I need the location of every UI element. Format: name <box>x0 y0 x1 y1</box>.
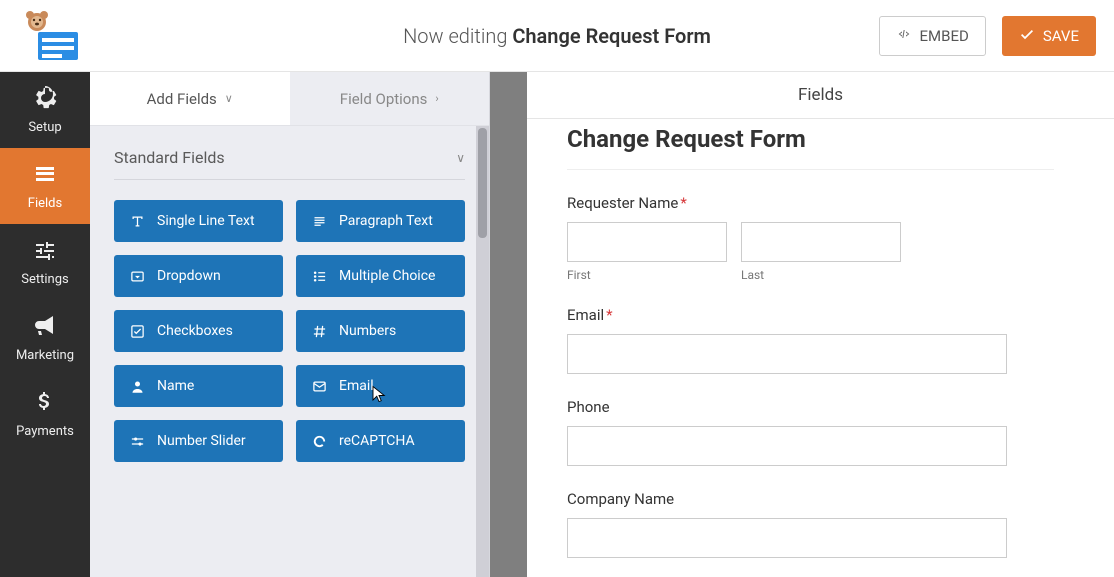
dollar-icon <box>33 390 57 418</box>
field-multiple-choice[interactable]: Multiple Choice <box>296 255 465 297</box>
field-label: Name <box>157 378 194 394</box>
panel-scrollbar[interactable] <box>476 126 489 577</box>
panel-divider[interactable] <box>490 72 527 577</box>
gear-icon <box>33 86 57 114</box>
check-icon <box>1019 26 1035 46</box>
label-requester-name: Requester Name* <box>567 194 1054 212</box>
field-label: Email <box>339 378 374 394</box>
field-paragraph-text[interactable]: Paragraph Text <box>296 200 465 242</box>
tab-label: Field Options <box>340 90 428 108</box>
required-asterisk: * <box>680 194 686 212</box>
form-preview: Fields Change Request Form Requester Nam… <box>527 72 1114 577</box>
field-checkboxes[interactable]: Checkboxes <box>114 310 283 352</box>
paragraph-icon <box>312 214 327 229</box>
save-button[interactable]: SAVE <box>1002 16 1096 56</box>
field-requester-name: Requester Name* First Last <box>567 194 1054 282</box>
field-name[interactable]: Name <box>114 365 283 407</box>
sublabel-last: Last <box>741 268 901 282</box>
left-nav: Setup Fields Settings Marketing Payments <box>0 72 90 577</box>
input-first-name[interactable] <box>567 222 727 262</box>
preview-toolbar-title: Fields <box>798 85 843 105</box>
embed-button[interactable]: EMBED <box>879 16 986 56</box>
form-title: Change Request Form <box>567 125 1054 170</box>
field-number-slider[interactable]: Number Slider <box>114 420 283 462</box>
required-asterisk: * <box>606 306 612 324</box>
field-email: Email* <box>567 306 1054 374</box>
panel-tabbar: Add Fields ∨ Field Options › <box>90 72 489 126</box>
tab-add-fields[interactable]: Add Fields ∨ <box>90 72 290 125</box>
header-actions: EMBED SAVE <box>879 16 1096 56</box>
label-text: Requester Name <box>567 194 678 212</box>
field-label: reCAPTCHA <box>339 433 415 449</box>
list-icon <box>33 162 57 190</box>
nav-label: Fields <box>28 196 62 211</box>
sliders-icon <box>33 238 57 266</box>
now-editing-label: Now editing <box>403 24 507 48</box>
label-phone: Phone <box>567 398 1054 416</box>
field-label: Numbers <box>339 323 396 339</box>
editing-title: Now editing Change Request Form <box>403 24 711 48</box>
nav-setup[interactable]: Setup <box>0 72 90 148</box>
tab-label: Add Fields <box>147 90 217 108</box>
label-email: Email* <box>567 306 1054 324</box>
nav-marketing[interactable]: Marketing <box>0 300 90 376</box>
app-logo <box>18 10 80 62</box>
preview-toolbar: Fields <box>527 72 1114 119</box>
input-email[interactable] <box>567 334 1007 374</box>
chevron-down-icon: ∨ <box>225 92 233 105</box>
label-company: Company Name <box>567 490 1054 508</box>
recaptcha-icon <box>312 434 327 449</box>
field-label: Dropdown <box>157 268 221 284</box>
field-company: Company Name <box>567 490 1054 558</box>
embed-icon <box>896 26 912 46</box>
top-header: Now editing Change Request Form EMBED SA… <box>0 0 1114 72</box>
nav-fields[interactable]: Fields <box>0 148 90 224</box>
panel-body: Standard Fields ∨ Single Line Text Parag… <box>90 126 489 474</box>
sublabel-first: First <box>567 268 727 282</box>
nav-payments[interactable]: Payments <box>0 376 90 452</box>
fields-panel: Add Fields ∨ Field Options › Standard Fi… <box>90 72 490 577</box>
list-icon <box>312 269 327 284</box>
label-text: Email <box>567 306 604 324</box>
checkbox-icon <box>130 324 145 339</box>
nav-settings[interactable]: Settings <box>0 224 90 300</box>
field-label: Paragraph Text <box>339 213 433 229</box>
nav-label: Marketing <box>16 348 74 363</box>
input-last-name[interactable] <box>741 222 901 262</box>
field-label: Single Line Text <box>157 213 255 229</box>
input-phone[interactable] <box>567 426 1007 466</box>
field-label: Multiple Choice <box>339 268 435 284</box>
user-icon <box>130 379 145 394</box>
field-recaptcha[interactable]: reCAPTCHA <box>296 420 465 462</box>
field-single-line-text[interactable]: Single Line Text <box>114 200 283 242</box>
scrollbar-thumb[interactable] <box>478 128 487 238</box>
field-numbers[interactable]: Numbers <box>296 310 465 352</box>
field-label: Checkboxes <box>157 323 233 339</box>
preview-body: Change Request Form Requester Name* Firs… <box>527 119 1114 577</box>
field-dropdown[interactable]: Dropdown <box>114 255 283 297</box>
chevron-right-icon: › <box>435 92 438 105</box>
slider-icon <box>130 434 145 449</box>
section-standard-fields-header[interactable]: Standard Fields ∨ <box>114 148 465 180</box>
embed-button-label: EMBED <box>920 27 969 45</box>
nav-label: Settings <box>21 272 68 287</box>
text-icon <box>130 214 145 229</box>
field-label: Number Slider <box>157 433 246 449</box>
field-email[interactable]: Email <box>296 365 465 407</box>
envelope-icon <box>312 379 327 394</box>
nav-label: Setup <box>28 120 61 135</box>
chevron-down-icon: ∨ <box>456 151 465 165</box>
input-company[interactable] <box>567 518 1007 558</box>
field-phone: Phone <box>567 398 1054 466</box>
save-button-label: SAVE <box>1043 27 1079 45</box>
hash-icon <box>312 324 327 339</box>
dropdown-icon <box>130 269 145 284</box>
bullhorn-icon <box>33 314 57 342</box>
tab-field-options[interactable]: Field Options › <box>290 72 490 125</box>
nav-label: Payments <box>16 424 74 439</box>
section-title: Standard Fields <box>114 148 225 167</box>
form-name: Change Request Form <box>512 24 711 48</box>
field-button-grid: Single Line Text Paragraph Text Dropdown… <box>114 200 465 462</box>
